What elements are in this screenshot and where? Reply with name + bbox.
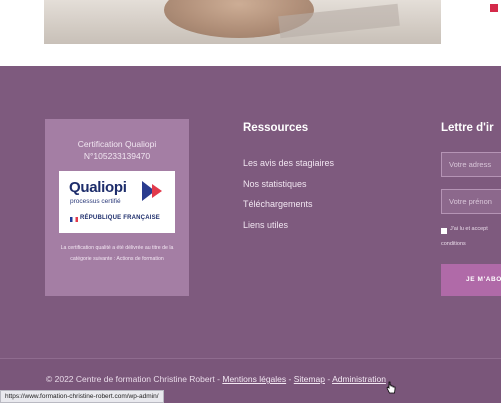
- certification-card: Certification Qualiopi N°105233139470 Qu…: [45, 119, 189, 296]
- newsletter-terms-label: J'ai lu et accept: [450, 226, 488, 232]
- newsletter-email-input[interactable]: Votre adress: [441, 152, 501, 177]
- certification-description: La certification qualité a été délivrée …: [60, 245, 174, 262]
- certification-number: N°105233139470: [83, 151, 151, 161]
- qualiopi-logo-republic: RÉPUBLIQUE FRANÇAISE: [80, 215, 161, 221]
- link-sitemap[interactable]: Sitemap: [294, 374, 325, 384]
- resources-link-statistiques[interactable]: Nos statistiques: [243, 179, 307, 189]
- site-footer: Certification Qualiopi N°105233139470 Qu…: [0, 66, 501, 359]
- separator: -: [288, 374, 292, 384]
- certification-title: Certification Qualiopi: [77, 139, 157, 149]
- resources-link-telechargements[interactable]: Téléchargements: [243, 199, 313, 209]
- hand-cursor-icon: [386, 381, 396, 394]
- resources-link-liens-utiles[interactable]: Liens utiles: [243, 220, 288, 230]
- newsletter-heading: Lettre d'ir: [441, 122, 494, 134]
- hero-section: [0, 0, 501, 66]
- french-flag-icon: [70, 217, 78, 222]
- link-mentions-legales[interactable]: Mentions légales: [222, 374, 286, 384]
- link-administration[interactable]: Administration: [332, 374, 386, 384]
- hero-image: [44, 0, 441, 44]
- qualiopi-logo-word: Qualiopi: [69, 179, 127, 196]
- qualiopi-logo-subtitle: processus certifié: [70, 198, 121, 205]
- newsletter-subscribe-button[interactable]: JE M'ABO: [441, 264, 501, 296]
- separator: -: [327, 374, 331, 384]
- newsletter-terms-label-2: conditions: [441, 241, 466, 247]
- resources-link-avis[interactable]: Les avis des stagiaires: [243, 158, 334, 168]
- resources-heading: Ressources: [243, 122, 309, 134]
- copyright-line: © 2022 Centre de formation Christine Rob…: [46, 374, 386, 384]
- browser-status-url: https://www.formation-christine-robert.c…: [0, 390, 164, 403]
- copyright-text: © 2022 Centre de formation Christine Rob…: [46, 374, 220, 384]
- qualiopi-logo[interactable]: Qualiopi processus certifié RÉPUBLIQUE F…: [59, 171, 175, 233]
- newsletter-terms-checkbox[interactable]: [441, 228, 447, 234]
- newsletter-firstname-input[interactable]: Votre prénon: [441, 189, 501, 214]
- hero-accent: [490, 4, 498, 12]
